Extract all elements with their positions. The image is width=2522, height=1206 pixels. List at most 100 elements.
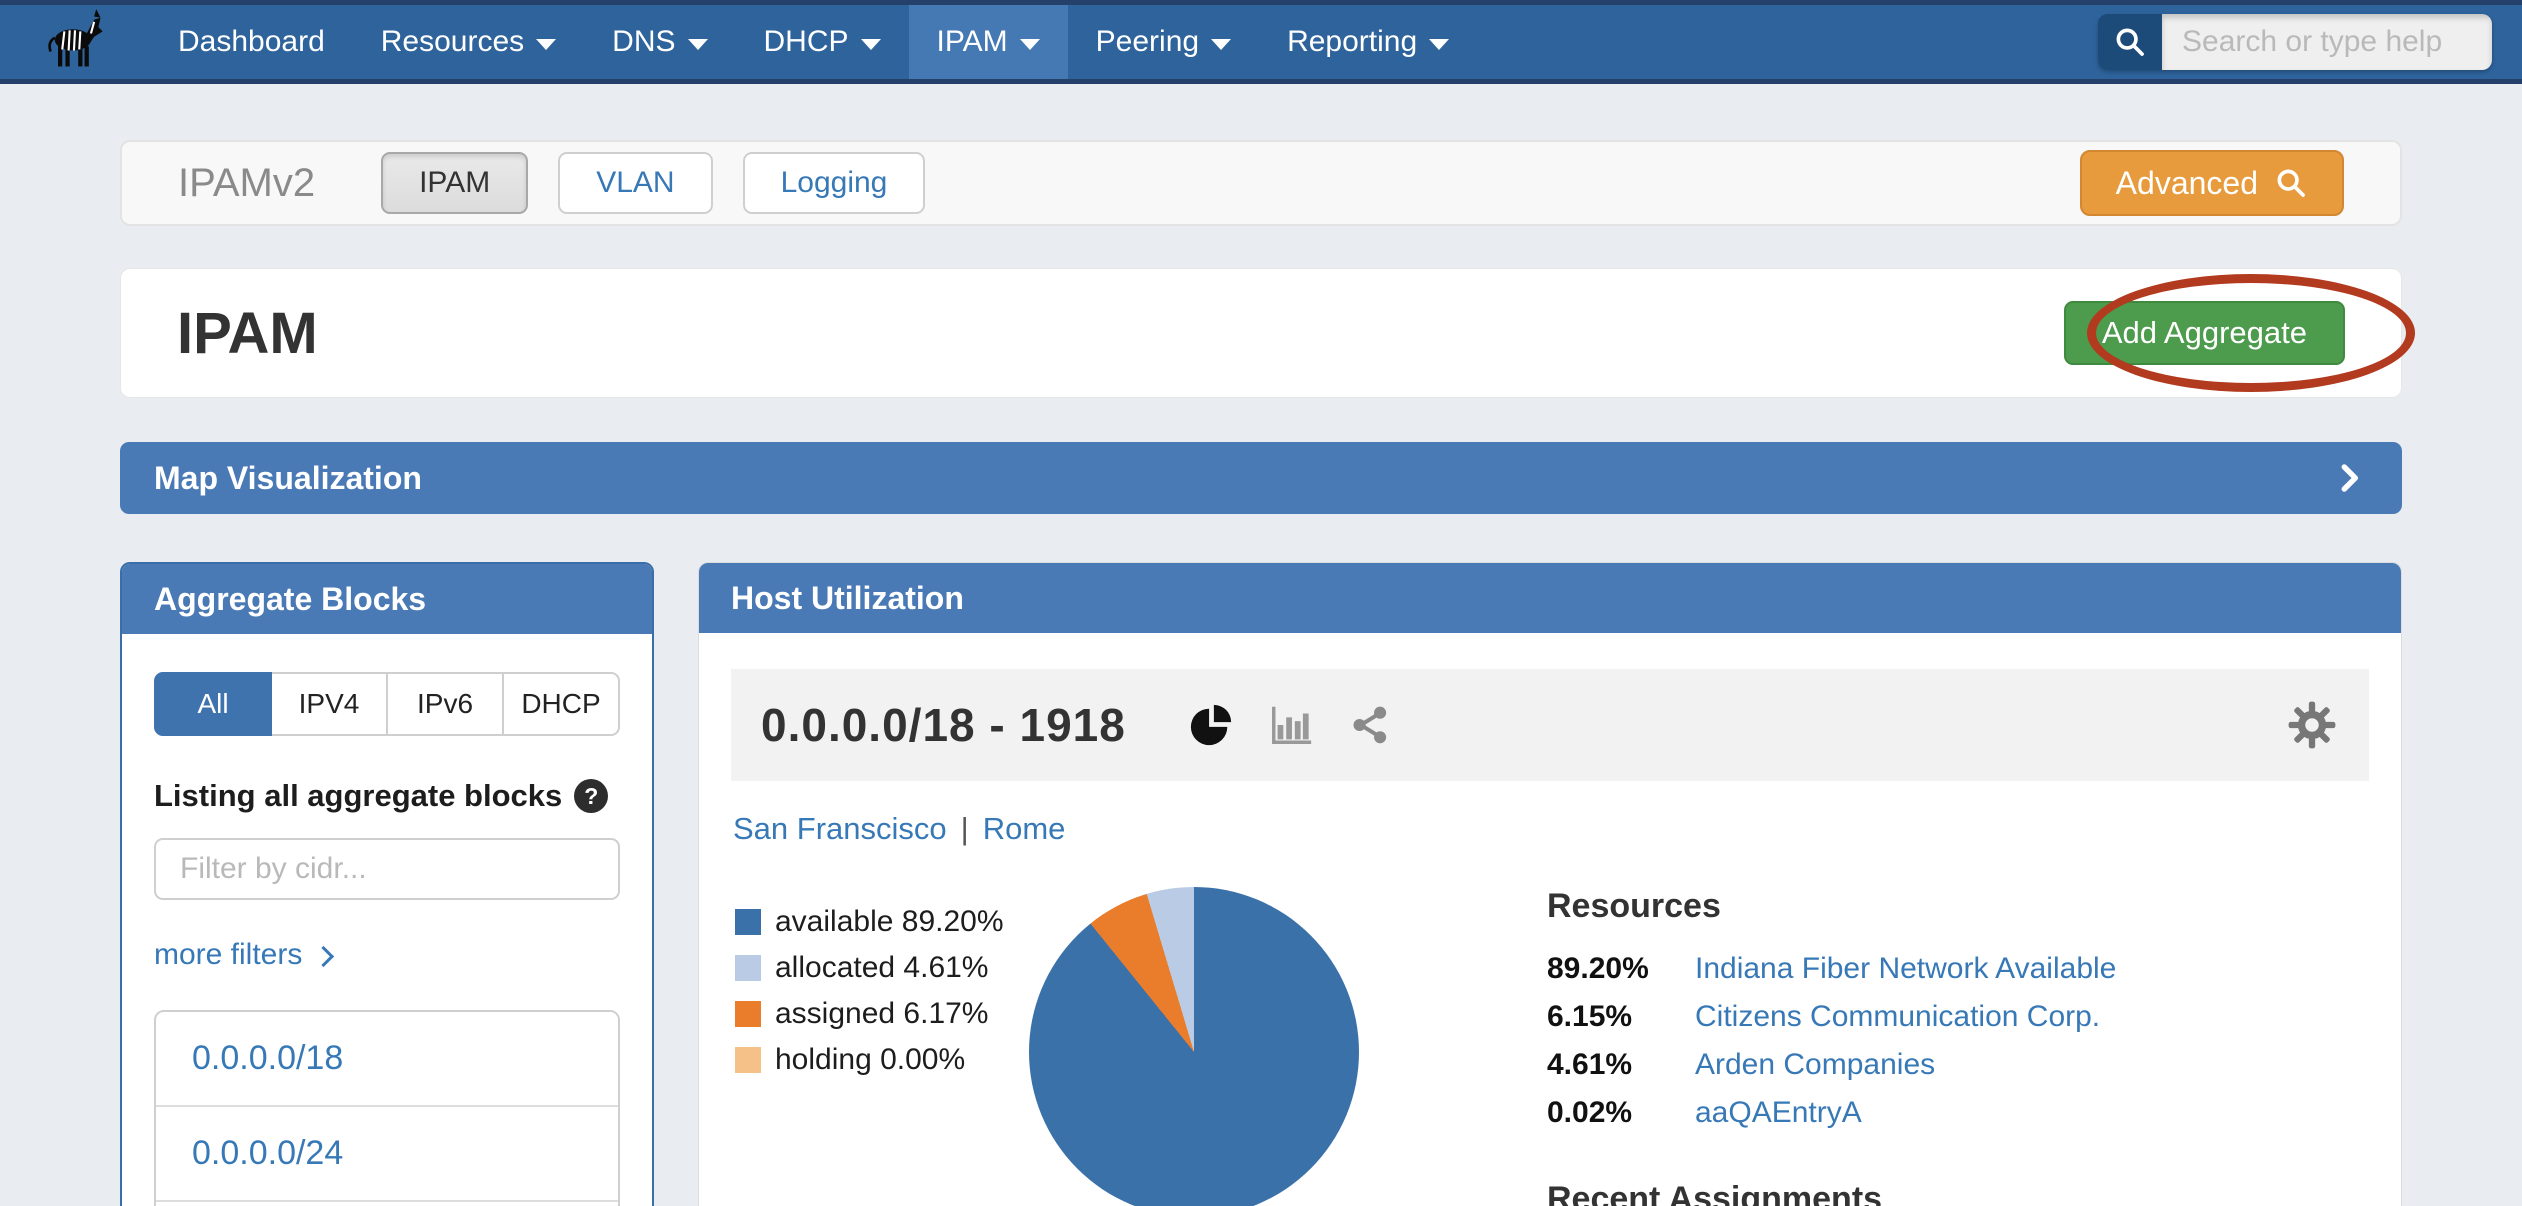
- nav-label: DNS: [612, 25, 675, 59]
- filter-tab-dhcp[interactable]: DHCP: [504, 672, 620, 736]
- nav-item-peering[interactable]: Peering: [1068, 5, 1259, 79]
- listing-label: Listing all aggregate blocks ?: [154, 778, 620, 814]
- help-icon[interactable]: ?: [574, 779, 608, 813]
- table-row: 6.15% Citizens Communication Corp.: [1547, 1000, 2365, 1034]
- aggregate-blocks-title: Aggregate Blocks: [154, 581, 426, 618]
- legend-item-allocated: allocated 4.61%: [735, 951, 1035, 985]
- page-header: IPAM Add Aggregate: [120, 268, 2402, 398]
- resources-list: 89.20% Indiana Fiber Network Available 6…: [1547, 952, 2365, 1130]
- filter-tab-all[interactable]: All: [154, 672, 272, 736]
- block-title: 0.0.0.0/18 - 1918: [761, 698, 1126, 752]
- caret-down-icon: [1429, 39, 1449, 50]
- utilization-pie-chart[interactable]: [1029, 887, 1359, 1206]
- nav-label: IPAM: [937, 25, 1008, 59]
- subnav-tabs: IPAM VLAN Logging: [381, 152, 925, 214]
- map-visualization-bar[interactable]: Map Visualization: [120, 442, 2402, 514]
- legend-label: allocated 4.61%: [775, 951, 989, 985]
- resource-link[interactable]: aaQAEntryA: [1695, 1096, 2365, 1130]
- list-item[interactable]: 1.1.0.0/20: [156, 1200, 618, 1206]
- resource-link[interactable]: Indiana Fiber Network Available: [1695, 952, 2365, 986]
- nav-item-reporting[interactable]: Reporting: [1259, 5, 1477, 79]
- aggregate-blocks-header: Aggregate Blocks: [122, 564, 652, 634]
- nav-label: Peering: [1096, 25, 1199, 59]
- nav-label: Reporting: [1287, 25, 1417, 59]
- subnav-title: IPAMv2: [178, 161, 315, 206]
- legend-label: available 89.20%: [775, 905, 1004, 939]
- gear-icon[interactable]: [2285, 698, 2339, 752]
- share-icon[interactable]: [1348, 703, 1392, 747]
- filter-tab-ipv6[interactable]: IPv6: [388, 672, 504, 736]
- caret-down-icon: [1020, 39, 1040, 50]
- utilization-toolbar: 0.0.0.0/18 - 1918: [731, 669, 2369, 781]
- nav-item-dashboard[interactable]: Dashboard: [150, 5, 353, 79]
- global-search: [2098, 14, 2492, 70]
- host-utilization-header: Host Utilization: [699, 563, 2401, 633]
- top-navbar: Dashboard Resources DNS DHCP IPAM Peerin…: [0, 0, 2522, 84]
- legend-label: holding 0.00%: [775, 1043, 965, 1077]
- list-item[interactable]: 0.0.0.0/18: [156, 1012, 618, 1105]
- legend-item-holding: holding 0.00%: [735, 1043, 1035, 1077]
- ipamv2-toolbar: IPAMv2 IPAM VLAN Logging Advanced: [120, 140, 2402, 226]
- table-row: 0.02% aaQAEntryA: [1547, 1096, 2365, 1130]
- filter-tab-ipv4[interactable]: IPV4: [272, 672, 388, 736]
- advanced-search-button[interactable]: Advanced: [2080, 150, 2344, 216]
- listing-label-text: Listing all aggregate blocks: [154, 778, 562, 814]
- legend-swatch: [735, 909, 761, 935]
- zebra-logo[interactable]: [0, 5, 150, 79]
- legend-swatch: [735, 1047, 761, 1073]
- resource-pct: 89.20%: [1547, 952, 1695, 986]
- nav-item-dns[interactable]: DNS: [584, 5, 735, 79]
- table-row: 4.61% Arden Companies: [1547, 1048, 2365, 1082]
- legend-swatch: [735, 955, 761, 981]
- resource-link[interactable]: Arden Companies: [1695, 1048, 2365, 1082]
- more-filters-link[interactable]: more filters: [154, 938, 620, 972]
- aggregate-block-list: 0.0.0.0/18 0.0.0.0/24 1.1.0.0/20: [154, 1010, 620, 1206]
- legend-swatch: [735, 1001, 761, 1027]
- chevron-right-icon: [313, 945, 334, 966]
- chevron-right-icon: [2330, 459, 2368, 497]
- page-title: IPAM: [177, 300, 318, 367]
- nav-item-resources[interactable]: Resources: [353, 5, 584, 79]
- bar-chart-icon[interactable]: [1268, 702, 1314, 748]
- resource-pct: 0.02%: [1547, 1096, 1695, 1130]
- aggregate-blocks-panel: Aggregate Blocks All IPV4 IPv6 DHCP List…: [120, 562, 654, 1206]
- legend-item-assigned: assigned 6.17%: [735, 997, 1035, 1031]
- recent-assignments-title: Recent Assignments: [1547, 1180, 2365, 1206]
- table-row: 89.20% Indiana Fiber Network Available: [1547, 952, 2365, 986]
- tab-logging[interactable]: Logging: [743, 152, 926, 214]
- caret-down-icon: [688, 39, 708, 50]
- search-input[interactable]: [2162, 14, 2492, 70]
- tab-ipam[interactable]: IPAM: [381, 152, 528, 214]
- caret-down-icon: [536, 39, 556, 50]
- host-utilization-panel: Host Utilization 0.0.0.0/18 - 1918: [698, 562, 2402, 1206]
- nav-label: Dashboard: [178, 25, 325, 59]
- nav-label: DHCP: [764, 25, 849, 59]
- location-link-san-franscisco[interactable]: San Franscisco: [733, 811, 947, 847]
- resources-title: Resources: [1547, 887, 2365, 926]
- legend-item-available: available 89.20%: [735, 905, 1035, 939]
- tab-vlan[interactable]: VLAN: [558, 152, 712, 214]
- location-link-rome[interactable]: Rome: [983, 811, 1066, 847]
- cidr-filter-input[interactable]: [154, 838, 620, 900]
- resource-link[interactable]: Citizens Communication Corp.: [1695, 1000, 2365, 1034]
- location-separator: |: [961, 811, 969, 847]
- map-bar-label: Map Visualization: [154, 460, 422, 497]
- caret-down-icon: [1211, 39, 1231, 50]
- search-icon[interactable]: [2098, 14, 2162, 70]
- search-icon: [2274, 166, 2308, 200]
- add-aggregate-button[interactable]: Add Aggregate: [2064, 301, 2345, 365]
- pie-legend: available 89.20% allocated 4.61% assigne…: [735, 905, 1035, 1206]
- resource-pct: 4.61%: [1547, 1048, 1695, 1082]
- host-utilization-title: Host Utilization: [731, 580, 964, 617]
- legend-label: assigned 6.17%: [775, 997, 989, 1031]
- nav-label: Resources: [381, 25, 524, 59]
- block-type-filter: All IPV4 IPv6 DHCP: [154, 672, 620, 736]
- caret-down-icon: [861, 39, 881, 50]
- nav-item-ipam[interactable]: IPAM: [909, 5, 1068, 79]
- nav-item-dhcp[interactable]: DHCP: [736, 5, 909, 79]
- advanced-label: Advanced: [2116, 165, 2258, 202]
- more-filters-label: more filters: [154, 938, 302, 972]
- list-item[interactable]: 0.0.0.0/24: [156, 1105, 618, 1200]
- pie-chart-icon[interactable]: [1188, 702, 1234, 748]
- location-links: San Franscisco | Rome: [731, 811, 2369, 847]
